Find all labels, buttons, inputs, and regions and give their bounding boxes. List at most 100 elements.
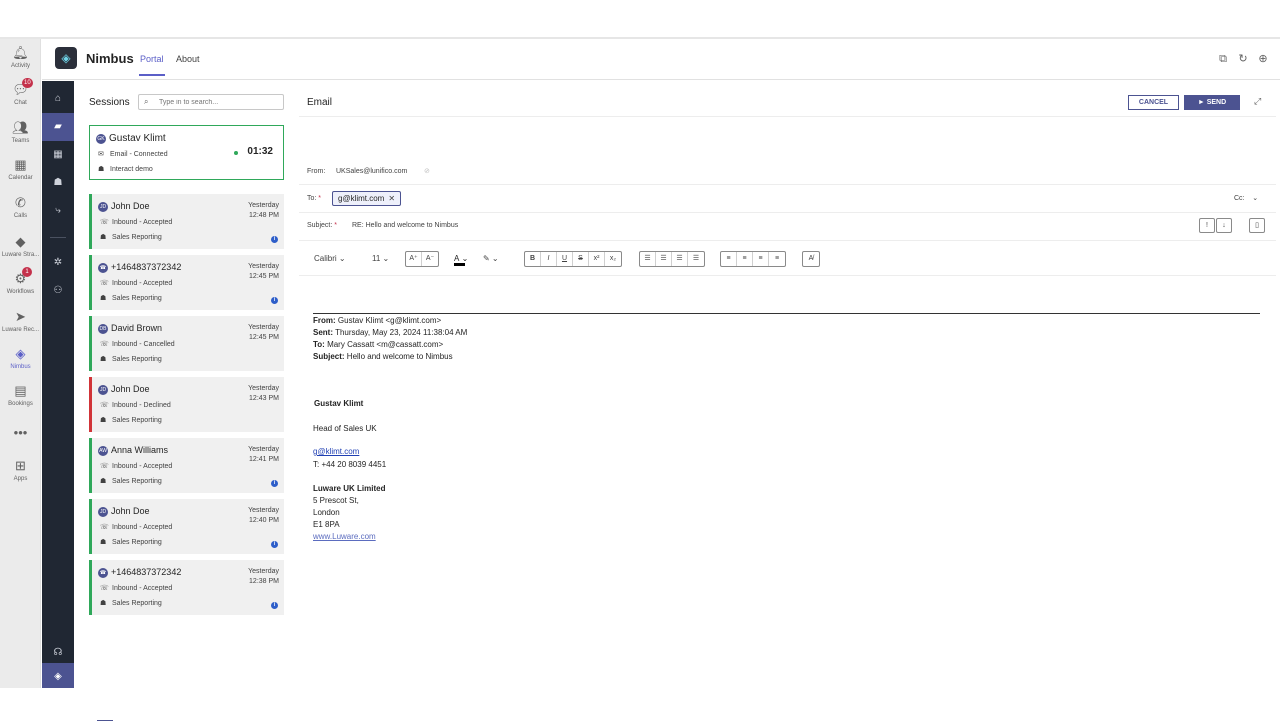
rail-item-activity[interactable]: 🔔︎ Activity	[0, 45, 41, 70]
font-family-select[interactable]: Calibri ⌄	[314, 251, 346, 267]
highlight-icon[interactable]: ✎ ⌄	[483, 251, 499, 267]
session-status-line: ☏ Inbound - Accepted	[100, 279, 172, 287]
mail-icon: ✉	[98, 151, 104, 158]
session-name: Gustav Klimt	[109, 133, 166, 144]
superscript-icon[interactable]: x²	[589, 252, 605, 266]
info-icon[interactable]: i	[271, 541, 278, 548]
home-icon[interactable]: ⌂	[42, 85, 74, 113]
grid-icon[interactable]: ▦	[42, 141, 74, 169]
rail-item-more[interactable]: •••	[0, 425, 41, 441]
session-card[interactable]: JD John Doe Yesterday 12:48 PM ☏ Inbound - Ac…	[89, 194, 284, 249]
session-status-line: ☏ Inbound - Accepted	[100, 218, 172, 226]
nimbus-bottom-icon[interactable]: ◈	[42, 663, 74, 691]
cancel-button[interactable]: CANCEL	[1128, 95, 1179, 110]
importance-high-icon[interactable]: !	[1199, 218, 1215, 233]
rail-item-chat[interactable]: 💬︎ Chat 10	[0, 78, 41, 107]
font-color-icon[interactable]: A ⌄	[454, 251, 468, 267]
outdent-icon[interactable]: ☰	[672, 252, 688, 266]
rail-item-nimbus[interactable]: ◈ Nimbus	[0, 346, 41, 371]
rail-item-bookings[interactable]: ▤ Bookings	[0, 383, 41, 408]
cc-toggle[interactable]: Cc: ⌄	[1234, 194, 1258, 202]
session-card[interactable]: DB David Brown Yesterday 12:45 PM ☏ Inbound -…	[89, 316, 284, 371]
rail-item-workflows[interactable]: ⚙ Workflows 1	[0, 267, 41, 296]
session-name: John Doe	[111, 506, 150, 516]
info-icon[interactable]: i	[271, 602, 278, 609]
session-name: John Doe	[111, 201, 150, 211]
bullet-list-icon[interactable]: ☰	[640, 252, 656, 266]
send-button[interactable]: ► SEND	[1184, 95, 1240, 110]
attachment-icon[interactable]: ▯	[1249, 218, 1265, 233]
sessions-search-input[interactable]	[138, 94, 284, 110]
font-size-value: 11	[372, 254, 381, 263]
align-right-icon[interactable]: ≡	[753, 252, 769, 266]
text-style-buttons: B I U Sx² x₂	[524, 251, 622, 267]
bold-icon[interactable]: B	[525, 252, 541, 266]
session-time: Yesterday 12:38 PM	[229, 567, 279, 587]
remove-recipient-icon[interactable]: ✕	[388, 194, 395, 203]
font-size-select[interactable]: 11 ⌄	[372, 251, 389, 267]
nimbus-side-nav: ⌂ ▰ ▦ ☗ ⤷ ✲ ⚇ ☊ ◈	[42, 81, 74, 691]
session-service: Sales Reporting	[112, 600, 162, 607]
top-blank-band	[0, 0, 1280, 37]
info-icon[interactable]: i	[271, 297, 278, 304]
numbered-list-icon[interactable]: ☰	[656, 252, 672, 266]
subscript-icon[interactable]: x₂	[605, 252, 621, 266]
signature-email-link[interactable]: g@klimt.com	[313, 447, 359, 456]
expand-icon[interactable]: ⤢	[1254, 96, 1261, 107]
session-service: Sales Reporting	[112, 356, 162, 363]
signature-name: Gustav Klimt	[314, 399, 364, 408]
tab-portal[interactable]: Portal	[140, 54, 164, 64]
align-center-icon[interactable]: ≡	[737, 252, 753, 266]
org-icon[interactable]: ⚇	[42, 277, 74, 305]
tab-about[interactable]: About	[176, 54, 200, 64]
session-clock: 12:38 PM	[249, 578, 279, 585]
underline-icon[interactable]: U	[557, 252, 573, 266]
active-session-card[interactable]: GK Gustav Klimt ✉ Email - Connected ☗ Inte…	[89, 125, 284, 180]
italic-icon[interactable]: I	[541, 252, 557, 266]
session-card[interactable]: JD John Doe Yesterday 12:40 PM ☏ Inbound - Ac…	[89, 499, 284, 554]
avatar: JD	[98, 507, 108, 517]
rail-item-apps[interactable]: ⊞ Apps	[0, 458, 41, 483]
rail-item-label: Calendar	[8, 175, 33, 181]
align-justify-icon[interactable]: ≡	[769, 252, 785, 266]
indent-icon[interactable]: ☰	[688, 252, 704, 266]
decrease-font-icon[interactable]: A⁻	[422, 252, 438, 266]
company-name: Luware UK Limited	[313, 484, 386, 493]
session-time: Yesterday 12:41 PM	[229, 445, 279, 465]
from-label: From:	[307, 168, 326, 175]
rail-item-calls[interactable]: ✆ Calls	[0, 195, 41, 220]
strikethrough-icon[interactable]: S	[573, 252, 589, 266]
session-card[interactable]: JD John Doe Yesterday 12:43 PM ☏ Inbound - De…	[89, 377, 284, 432]
rail-item-teams[interactable]: 👥︎ Teams	[0, 120, 41, 145]
globe-icon[interactable]: ⊕	[1256, 52, 1270, 66]
to-recipient-chip[interactable]: g@klimt.com ✕	[332, 191, 402, 206]
info-icon[interactable]: i	[271, 480, 278, 487]
settings-icon[interactable]: ✲	[42, 249, 74, 277]
rail-item-calendar[interactable]: ▦ Calendar	[0, 157, 41, 182]
transfer-icon[interactable]: ⤷	[42, 197, 74, 225]
importance-low-icon[interactable]: ↓	[1216, 218, 1232, 233]
info-icon[interactable]: i	[271, 236, 278, 243]
session-card[interactable]: ☎ +1464837372342 Yesterday 12:45 PM ☏ Inbound…	[89, 255, 284, 310]
session-card[interactable]: AW Anna Williams Yesterday 12:41 PM ☏ Inbound…	[89, 438, 284, 493]
nimbus-icon: ◈	[15, 346, 26, 361]
users-icon[interactable]: ☗	[42, 169, 74, 197]
inbound-call-icon: ☏	[100, 524, 109, 531]
session-timer: 01:32	[247, 146, 273, 157]
service-icon: ☗	[100, 539, 107, 546]
rail-item-luware-rec[interactable]: ➤ Luware Rec...	[0, 309, 41, 334]
popout-icon[interactable]: ⧉	[1216, 52, 1230, 66]
session-day: Yesterday	[248, 507, 279, 514]
to-label-text: To:	[307, 195, 317, 202]
session-card[interactable]: ☎ +1464837372342 Yesterday 12:38 PM ☏ Inbound…	[89, 560, 284, 615]
rail-item-luware-stra[interactable]: ◆ Luware Stra...	[0, 234, 41, 259]
workflows-icon: ⚙	[14, 271, 27, 286]
clear-formatting-icon[interactable]: A̸	[803, 252, 819, 266]
subject-value[interactable]: RE: Hello and welcome to Nimbus	[352, 222, 458, 229]
increase-font-icon[interactable]: A⁺	[406, 252, 422, 266]
rail-item-label: Teams	[11, 138, 30, 144]
sessions-nav-icon[interactable]: ▰	[42, 113, 74, 141]
align-left-icon[interactable]: ≡	[721, 252, 737, 266]
website-link[interactable]: www.Luware.com	[313, 532, 376, 541]
refresh-icon[interactable]: ↻	[1236, 52, 1250, 66]
